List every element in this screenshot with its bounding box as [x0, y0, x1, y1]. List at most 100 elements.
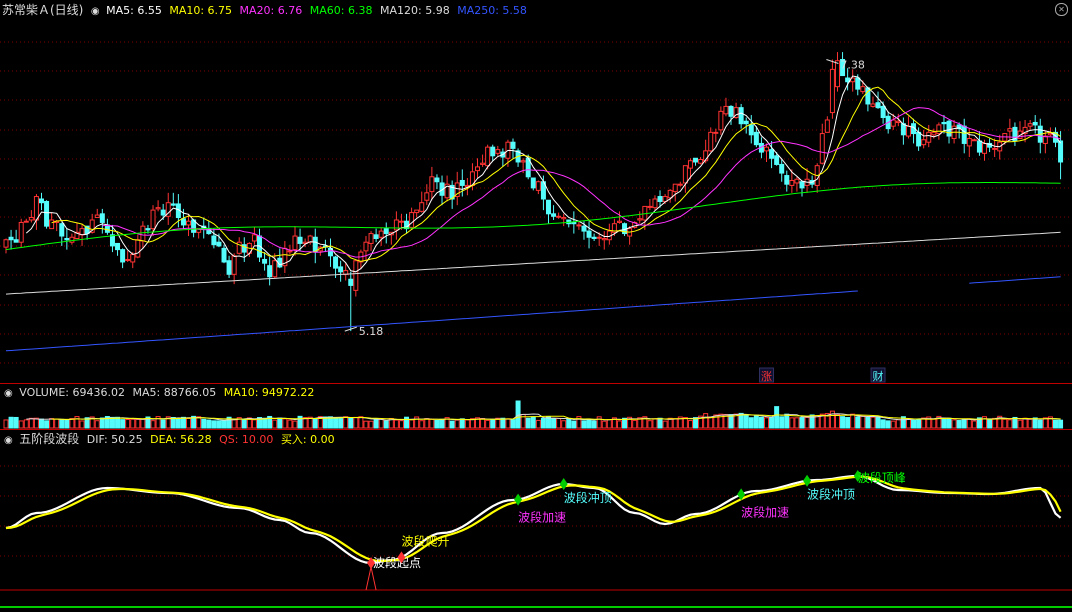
volume-bar	[961, 418, 967, 429]
candle-body	[1032, 121, 1038, 126]
candle-body	[794, 178, 800, 184]
candle-body	[976, 140, 982, 153]
candle-body	[961, 125, 967, 144]
volume-bar	[779, 416, 785, 429]
candle-body	[657, 196, 663, 202]
candle-body	[556, 215, 562, 218]
candle-body	[880, 105, 886, 119]
volume-bar	[206, 419, 212, 429]
volume-bar	[855, 416, 861, 429]
candle-body	[3, 239, 9, 248]
candle-body	[368, 233, 374, 244]
volume-bar	[262, 417, 268, 429]
volume-bar	[687, 420, 693, 429]
candle-body	[150, 209, 156, 230]
candle-body	[652, 198, 658, 209]
candle-body	[698, 158, 704, 164]
stage-label: 波段顶峰	[858, 470, 906, 485]
volume-bar	[834, 413, 840, 429]
candle-body	[971, 139, 977, 142]
volume-bar	[343, 416, 349, 429]
candle-body	[186, 220, 192, 226]
volume-bar	[297, 415, 303, 429]
chart-canvas: 7.385.18涨 财波段起点波段爬升波段加速波段冲顶波段加速波段冲顶波段顶峰	[0, 41, 1072, 608]
volume-bar	[535, 419, 541, 429]
candle-body	[59, 223, 65, 237]
volume-bar	[54, 418, 60, 429]
candle-body	[748, 124, 754, 136]
candle-body	[18, 221, 24, 243]
volume-bar	[272, 419, 278, 429]
volume-bar	[69, 418, 75, 429]
volume-bar	[784, 413, 790, 429]
volume-bar	[581, 420, 587, 429]
volume-bar	[140, 418, 146, 429]
volume-bar	[429, 418, 435, 429]
candle-body	[424, 192, 430, 201]
volume-bar	[540, 417, 546, 429]
volume-bar	[703, 413, 709, 429]
candle-body	[875, 102, 881, 109]
candle-body	[267, 265, 273, 278]
candle-body	[581, 225, 587, 232]
volume-bar	[312, 418, 318, 429]
candle-body	[779, 163, 785, 174]
volume-bar	[120, 419, 126, 429]
stage-label: 波段冲顶	[564, 490, 612, 505]
candle-body	[23, 220, 29, 223]
volume-bar	[160, 419, 166, 429]
candle-body	[272, 260, 278, 278]
volume-bar	[911, 419, 917, 429]
candle-body	[135, 239, 141, 258]
candle-body	[672, 183, 678, 193]
ma5-line	[25, 75, 1062, 273]
candle-body	[33, 196, 39, 221]
kline-chart-window: 苏常柴Ａ(日线) ◉ MA5: 6.55 MA10: 6.75 MA20: 6.…	[0, 0, 1072, 612]
volume-bar	[931, 418, 937, 429]
candle-body	[693, 157, 699, 163]
candle-body	[1027, 123, 1033, 127]
stage-marker	[803, 474, 812, 487]
volume-bar	[657, 417, 663, 429]
candle-body	[596, 236, 602, 239]
candle-body	[419, 202, 425, 212]
candle-body	[713, 131, 719, 134]
candle-body	[398, 220, 404, 223]
candle-body	[535, 181, 541, 191]
candle-body	[601, 238, 607, 241]
candle-body	[829, 68, 835, 114]
volume-bar	[28, 417, 34, 429]
candle-body	[99, 213, 105, 223]
volume-bar	[971, 420, 977, 429]
volume-bar	[109, 416, 115, 429]
high-price-label: 7.38	[840, 59, 865, 72]
volume-bar	[79, 420, 85, 429]
candle-body	[409, 212, 415, 228]
candle-body	[64, 238, 70, 241]
volume-bar	[885, 420, 891, 429]
volume-bar	[850, 413, 856, 429]
candle-body	[28, 217, 34, 221]
candle-body	[510, 141, 516, 149]
volume-bar	[8, 416, 14, 429]
stage-label: 波段加速	[741, 504, 789, 519]
candle-body	[8, 236, 14, 241]
candle-body	[926, 131, 932, 143]
volume-bar	[880, 419, 886, 429]
candle-body	[637, 218, 643, 221]
low-price-label: 5.18	[359, 325, 384, 338]
candle-body	[708, 131, 714, 152]
candle-body	[38, 198, 44, 204]
volume-bar	[1007, 419, 1013, 429]
candle-body	[104, 224, 110, 233]
event-badge-zhang: 涨	[761, 370, 772, 383]
candle-body	[216, 241, 222, 247]
volume-bar	[1052, 419, 1058, 429]
candle-body	[490, 146, 496, 157]
volume-bar	[1027, 418, 1033, 429]
volume-bar	[459, 418, 465, 429]
volume-bar	[865, 416, 871, 429]
volume-bar	[1032, 417, 1038, 429]
candle-body	[616, 220, 622, 223]
volume-bar	[662, 420, 668, 429]
